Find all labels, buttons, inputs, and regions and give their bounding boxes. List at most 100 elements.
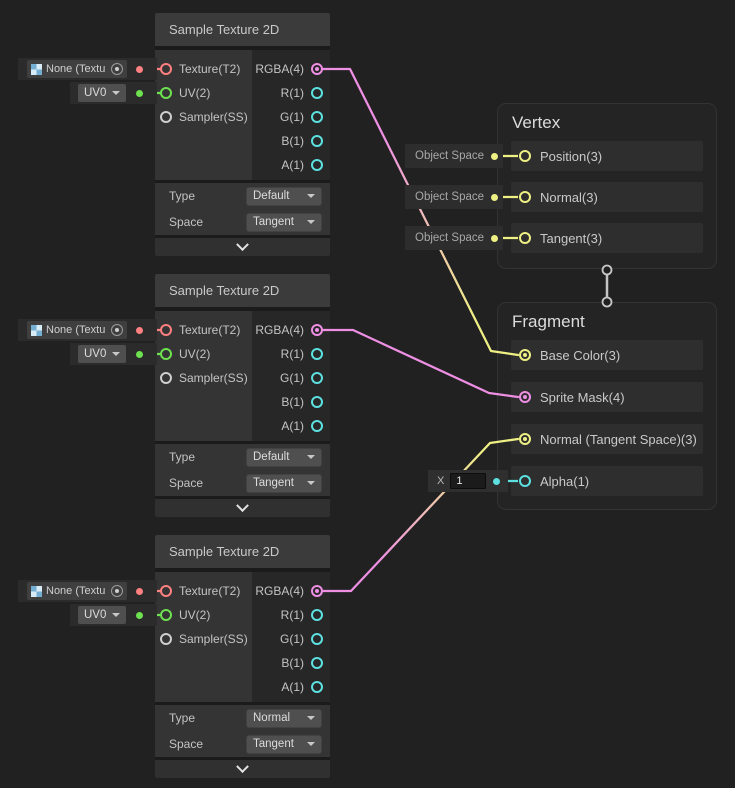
collapse-previews-button[interactable] bbox=[155, 238, 330, 256]
vertex-tangent-block[interactable]: Tangent(3) bbox=[511, 223, 703, 253]
uv-input-port[interactable] bbox=[160, 348, 172, 360]
g-output-port[interactable] bbox=[311, 111, 323, 123]
sampler-input-port[interactable] bbox=[160, 111, 172, 123]
normal-space-chip[interactable]: Object Space bbox=[405, 185, 503, 209]
edge-rgba1-to-base-color[interactable] bbox=[323, 69, 518, 355]
node-settings: Type Normal Space Tangent bbox=[155, 705, 330, 757]
g-output-port[interactable] bbox=[311, 633, 323, 645]
block-label: Alpha(1) bbox=[540, 474, 589, 489]
base-color-input-port[interactable] bbox=[519, 349, 531, 361]
sprite-mask-input-port[interactable] bbox=[519, 391, 531, 403]
port-label: B(1) bbox=[281, 395, 304, 409]
fragment-normal-tangent-block[interactable]: Normal (Tangent Space)(3) bbox=[511, 424, 703, 454]
sample-texture-2d-node-1[interactable]: Sample Texture 2D Texture(T2) UV(2) Samp… bbox=[155, 13, 330, 256]
a-output-port[interactable] bbox=[311, 681, 323, 693]
vertex-master-node[interactable]: Vertex Position(3) Normal(3) Tangent(3) bbox=[497, 103, 717, 269]
uv-input-port[interactable] bbox=[160, 609, 172, 621]
r-output-port[interactable] bbox=[311, 609, 323, 621]
uv-input-port[interactable] bbox=[160, 87, 172, 99]
texture-input-port[interactable] bbox=[160, 585, 172, 597]
rgba-output-port[interactable] bbox=[311, 585, 323, 597]
fragment-base-color-block[interactable]: Base Color(3) bbox=[511, 340, 703, 370]
fragment-alpha-block[interactable]: Alpha(1) bbox=[511, 466, 703, 496]
node-title: Sample Texture 2D bbox=[155, 274, 330, 307]
node-title: Vertex bbox=[498, 104, 716, 141]
tangent-input-port[interactable] bbox=[519, 232, 531, 244]
space-value: Tangent bbox=[253, 738, 294, 750]
port-row-sampler: Sampler(SS) bbox=[155, 627, 252, 651]
tangent-space-chip[interactable]: Object Space bbox=[405, 226, 503, 250]
texture-connector-dot[interactable] bbox=[136, 66, 143, 73]
g-output-port[interactable] bbox=[311, 372, 323, 384]
sample-texture-2d-node-3[interactable]: Sample Texture 2D Texture(T2) UV(2) Samp… bbox=[155, 535, 330, 778]
texture-field-value: None (Textu bbox=[46, 585, 107, 597]
a-output-port[interactable] bbox=[311, 159, 323, 171]
alpha-connector-dot[interactable] bbox=[493, 478, 500, 485]
port-label: RGBA(4) bbox=[255, 62, 304, 76]
texture-object-field[interactable]: None (Textu bbox=[27, 582, 127, 600]
collapse-previews-button[interactable] bbox=[155, 760, 330, 778]
port-label: G(1) bbox=[280, 371, 304, 385]
texture-field-value: None (Textu bbox=[46, 324, 107, 336]
b-output-port[interactable] bbox=[311, 135, 323, 147]
texture-object-field[interactable]: None (Textu bbox=[27, 60, 127, 78]
uv-connector-dot[interactable] bbox=[136, 90, 143, 97]
edge-rgba3-to-normal-tangent[interactable] bbox=[323, 439, 518, 591]
alpha-x-input[interactable]: 1 bbox=[450, 473, 486, 489]
sampler-input-port[interactable] bbox=[160, 633, 172, 645]
port-label: Texture(T2) bbox=[179, 62, 240, 76]
normal-input-port[interactable] bbox=[519, 191, 531, 203]
edge-rgba2-to-sprite-mask[interactable] bbox=[323, 330, 518, 397]
object-picker-icon[interactable] bbox=[111, 63, 123, 75]
sample-texture-2d-node-2[interactable]: Sample Texture 2D Texture(T2) UV(2) Samp… bbox=[155, 274, 330, 517]
uv-channel-dropdown[interactable]: UV0 bbox=[78, 606, 126, 624]
rgba-output-port[interactable] bbox=[311, 63, 323, 75]
port-label: Texture(T2) bbox=[179, 323, 240, 337]
r-output-port[interactable] bbox=[311, 348, 323, 360]
position-input-port[interactable] bbox=[519, 150, 531, 162]
type-dropdown[interactable]: Normal bbox=[246, 709, 322, 728]
node-ports-area: Texture(T2) UV(2) Sampler(SS) RGBA(4) R(… bbox=[155, 50, 330, 180]
uv-connector-dot[interactable] bbox=[136, 612, 143, 619]
texture-connector-dot[interactable] bbox=[136, 327, 143, 334]
uv-channel-dropdown[interactable]: UV0 bbox=[78, 84, 126, 102]
output-ports-column: RGBA(4) R(1) G(1) B(1) A(1) bbox=[252, 572, 330, 702]
texture-input-port[interactable] bbox=[160, 63, 172, 75]
alpha-input-port[interactable] bbox=[519, 475, 531, 487]
input-ports-column: Texture(T2) UV(2) Sampler(SS) bbox=[155, 311, 252, 441]
type-dropdown[interactable]: Default bbox=[246, 448, 322, 467]
texture-connector-dot[interactable] bbox=[136, 588, 143, 595]
texture-input-port[interactable] bbox=[160, 324, 172, 336]
type-dropdown[interactable]: Default bbox=[246, 187, 322, 206]
space-connector-dot[interactable] bbox=[491, 235, 498, 242]
chevron-down-icon bbox=[236, 499, 249, 512]
space-connector-dot[interactable] bbox=[491, 194, 498, 201]
position-space-chip[interactable]: Object Space bbox=[405, 144, 503, 168]
normal-tangent-input-port[interactable] bbox=[519, 433, 531, 445]
space-setting-row: Space Tangent bbox=[155, 731, 330, 757]
uv-channel-dropdown[interactable]: UV0 bbox=[78, 345, 126, 363]
texture-object-field[interactable]: None (Textu bbox=[27, 321, 127, 339]
space-label: Space bbox=[169, 737, 203, 751]
r-output-port[interactable] bbox=[311, 87, 323, 99]
space-dropdown[interactable]: Tangent bbox=[246, 735, 322, 754]
b-output-port[interactable] bbox=[311, 657, 323, 669]
port-row-b: B(1) bbox=[252, 651, 330, 675]
fragment-sprite-mask-block[interactable]: Sprite Mask(4) bbox=[511, 382, 703, 412]
sampler-input-port[interactable] bbox=[160, 372, 172, 384]
b-output-port[interactable] bbox=[311, 396, 323, 408]
collapse-previews-button[interactable] bbox=[155, 499, 330, 517]
type-value: Normal bbox=[253, 712, 290, 724]
object-picker-icon[interactable] bbox=[111, 585, 123, 597]
rgba-output-port[interactable] bbox=[311, 324, 323, 336]
vertex-normal-block[interactable]: Normal(3) bbox=[511, 182, 703, 212]
port-row-a: A(1) bbox=[252, 414, 330, 438]
vertex-position-block[interactable]: Position(3) bbox=[511, 141, 703, 171]
space-dropdown[interactable]: Tangent bbox=[246, 474, 322, 493]
object-picker-icon[interactable] bbox=[111, 324, 123, 336]
uv-connector-dot[interactable] bbox=[136, 351, 143, 358]
a-output-port[interactable] bbox=[311, 420, 323, 432]
space-connector-dot[interactable] bbox=[491, 153, 498, 160]
fragment-master-node[interactable]: Fragment Base Color(3) Sprite Mask(4) No… bbox=[497, 302, 717, 510]
space-dropdown[interactable]: Tangent bbox=[246, 213, 322, 232]
